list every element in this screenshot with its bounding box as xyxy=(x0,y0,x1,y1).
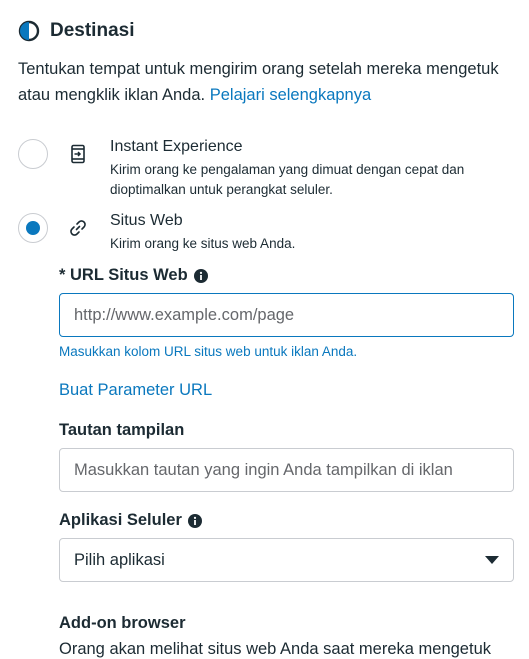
mobile-app-selected: Pilih aplikasi xyxy=(74,550,165,569)
website-radio[interactable] xyxy=(18,213,48,243)
learn-more-link[interactable]: Pelajari selengkapnya xyxy=(210,86,371,104)
mobile-app-label: Aplikasi Seluler xyxy=(59,511,202,530)
instant-experience-radio[interactable] xyxy=(18,139,48,169)
mobile-app-select[interactable]: Pilih aplikasi xyxy=(59,538,514,582)
instant-experience-title: Instant Experience xyxy=(110,138,243,155)
instant-experience-icon xyxy=(71,144,85,164)
create-url-parameters-link[interactable]: Buat Parameter URL xyxy=(59,381,212,400)
website-url-label: * URL Situs Web xyxy=(59,266,208,285)
website-url-hint: Masukkan kolom URL situs web untuk iklan… xyxy=(59,344,358,359)
caret-down-icon xyxy=(485,556,499,564)
website-description: Kirim orang ke situs web Anda. xyxy=(110,236,296,251)
info-icon[interactable] xyxy=(193,268,208,283)
mobile-app-label-text: Aplikasi Seluler xyxy=(59,511,182,529)
section-title: Destinasi xyxy=(50,20,135,41)
website-title: Situs Web xyxy=(110,212,183,229)
half-circle-icon xyxy=(18,20,40,42)
display-link-label-text: Tautan tampilan xyxy=(59,421,185,439)
addon-browser-title-text: Add-on browser xyxy=(59,614,186,632)
destination-header: Destinasi xyxy=(18,20,134,42)
addon-browser-title: Add-on browser xyxy=(59,614,186,633)
info-icon[interactable] xyxy=(187,513,202,528)
instant-experience-description: Kirim orang ke pengalaman yang dimuat de… xyxy=(110,162,465,197)
display-link-input[interactable] xyxy=(59,448,514,492)
link-icon xyxy=(70,220,86,236)
destination-description: Tentukan tempat untuk mengirim orang set… xyxy=(18,56,518,108)
website-url-label-text: * URL Situs Web xyxy=(59,266,188,284)
display-link-label: Tautan tampilan xyxy=(59,421,184,440)
addon-browser-description: Orang akan melihat situs web Anda saat m… xyxy=(59,640,491,658)
website-url-input[interactable] xyxy=(59,293,514,337)
